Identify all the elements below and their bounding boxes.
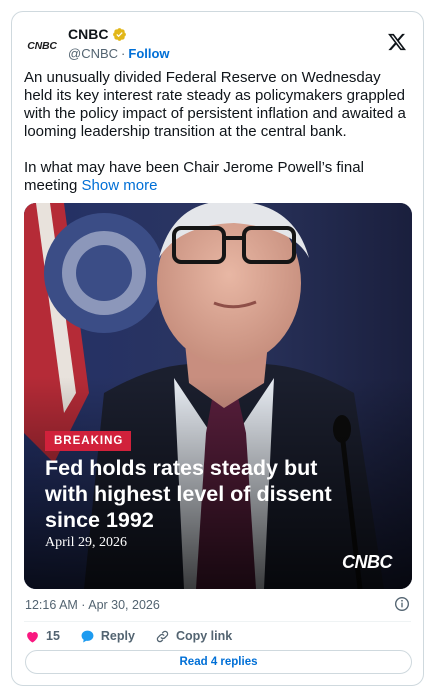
divider xyxy=(24,621,411,622)
breaking-badge: BREAKING xyxy=(45,431,132,451)
copy-link-label: Copy link xyxy=(175,629,233,643)
show-more-link[interactable]: Show more xyxy=(82,177,158,194)
media-image[interactable]: BREAKING Fed holds rates steady but with… xyxy=(24,203,412,589)
post-timestamp[interactable]: 12:16 AM · Apr 30, 2026 xyxy=(25,598,160,612)
name-row: CNBC xyxy=(68,26,127,42)
like-button[interactable]: 15 xyxy=(25,629,60,644)
read-replies-button[interactable]: Read 4 replies xyxy=(25,650,412,674)
reply-label: Reply xyxy=(100,629,135,643)
x-logo-icon[interactable] xyxy=(387,32,407,52)
cnbc-watermark: CNBC xyxy=(342,552,393,572)
post-paragraph-1: An unusually divided Federal Reserve on … xyxy=(24,69,406,140)
action-bar: 15 Reply Copy link xyxy=(25,625,232,647)
copy-link-button[interactable]: Copy link xyxy=(155,629,232,644)
info-icon[interactable] xyxy=(394,596,410,612)
display-name[interactable]: CNBC xyxy=(68,26,108,42)
handle-separator: · xyxy=(121,46,126,61)
link-icon xyxy=(156,630,169,642)
handle-row: @CNBC · Follow xyxy=(68,46,170,61)
post-paragraph-2: In what may have been Chair Jerome Powel… xyxy=(24,159,412,195)
avatar[interactable]: CNBC xyxy=(24,28,60,64)
like-count: 15 xyxy=(46,629,60,643)
handle[interactable]: @CNBC xyxy=(68,46,118,61)
post-header: CNBC CNBC @CNBC · Follow xyxy=(24,24,411,64)
embedded-post-card: CNBC CNBC @CNBC · Follow An unusually di… xyxy=(11,11,424,686)
post-text: An unusually divided Federal Reserve on … xyxy=(24,69,412,195)
follow-button[interactable]: Follow xyxy=(128,46,169,61)
reply-button[interactable]: Reply xyxy=(80,629,135,644)
media-headline: Fed holds rates steady but with highest … xyxy=(45,456,332,532)
media-date: April 29, 2026 xyxy=(45,535,128,550)
verified-badge-icon xyxy=(113,27,127,41)
avatar-logo-text: CNBC xyxy=(27,40,57,52)
heart-icon xyxy=(27,631,38,642)
post-paragraph-2-text: In what may have been Chair Jerome Powel… xyxy=(24,159,364,194)
reply-bubble-icon xyxy=(81,630,94,642)
